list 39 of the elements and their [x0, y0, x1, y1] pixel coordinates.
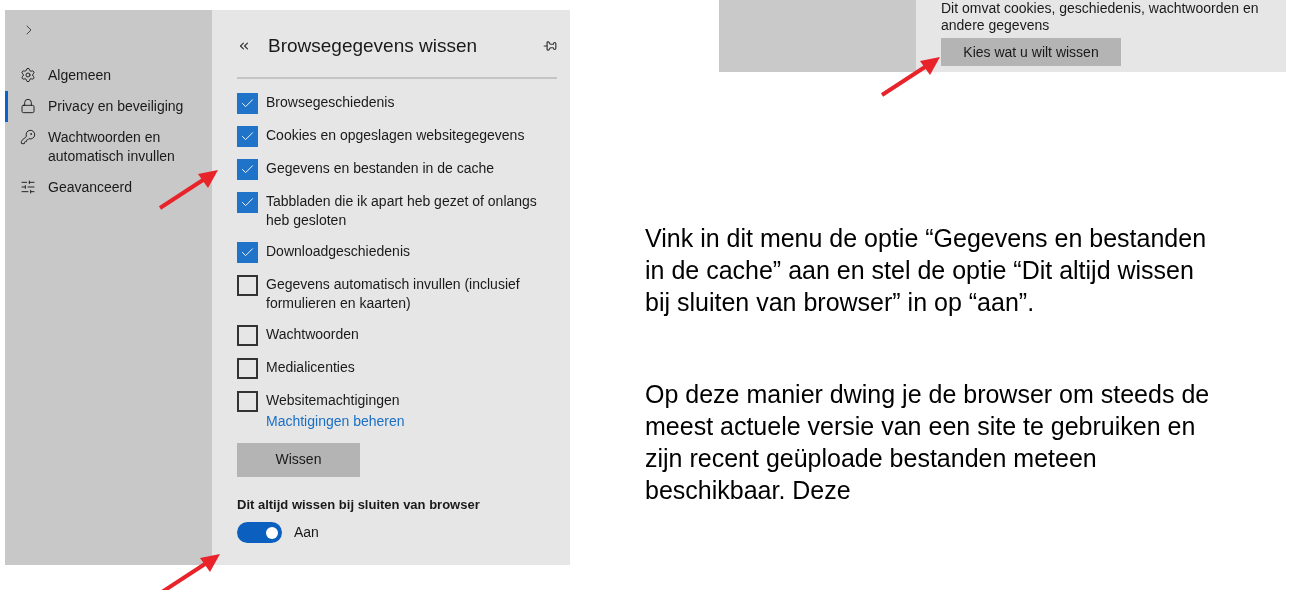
- key-icon: [20, 129, 36, 145]
- clear-button[interactable]: Wissen: [237, 442, 360, 477]
- option-label: Gegevens automatisch invullen (inclusief formulieren en kaarten): [266, 274, 521, 313]
- lock-icon: [20, 98, 36, 114]
- checkbox[interactable]: [237, 92, 258, 114]
- sidebar-item[interactable]: Geavanceerd: [5, 172, 212, 203]
- instruction-paragraph: Op deze manier dwing je de browser om steeds de meest actuele versie van een site te gebruiken en zijn recent geüploade bestanden meteen beschikbaar. Deze: [645, 379, 1211, 506]
- checkbox[interactable]: [237, 390, 258, 412]
- instruction-paragraph: Vink in dit menu de optie “Gegevens en bestanden in de cache” aan en stel de optie “Dit altijd wissen bij sluiten van browser” in op “aan”.: [645, 223, 1208, 318]
- toggle-switch[interactable]: [237, 522, 282, 543]
- choose-clear-button[interactable]: Kies wat u wilt wissen: [941, 38, 1121, 66]
- sidebar-item[interactable]: Wachtwoorden en automatisch invullen: [5, 122, 212, 172]
- option-label: Medialicenties: [266, 357, 356, 377]
- manage-permissions-link[interactable]: Machtigingen beheren: [266, 411, 557, 430]
- checkbox[interactable]: [237, 324, 258, 346]
- option-label: Wachtwoorden: [266, 324, 360, 344]
- checkbox[interactable]: [237, 125, 258, 147]
- toggle-state: Aan: [294, 523, 319, 542]
- option-label: Tabbladen die ik apart heb gezet of onlangs heb gesloten: [266, 191, 538, 230]
- sidebar-item[interactable]: Algemeen: [5, 60, 212, 91]
- option-label: Browsegeschiedenis: [266, 92, 396, 112]
- checkbox[interactable]: [237, 274, 258, 296]
- pointer-arrow: [160, 552, 222, 590]
- pin-icon[interactable]: [543, 39, 557, 54]
- checkbox[interactable]: [237, 241, 258, 263]
- pointer-arrow: [880, 55, 942, 97]
- option-label: Gegevens en bestanden in de cache: [266, 158, 496, 178]
- checkbox[interactable]: [237, 158, 258, 180]
- sliders-icon: [20, 179, 36, 195]
- checkbox[interactable]: [237, 357, 258, 379]
- toggle-label: Dit altijd wissen bij sluiten van browser: [237, 495, 481, 514]
- option-label: Cookies en opgeslagen websitegegevens: [266, 125, 526, 145]
- gear-icon: [20, 67, 36, 83]
- checkbox[interactable]: [237, 191, 258, 213]
- panel-title: Browsegegevens wissen: [268, 34, 479, 58]
- option-label: Websitemachtigingen: [266, 390, 401, 410]
- option-label: Downloadgeschiedenis: [266, 241, 411, 261]
- description-text: Dit omvat cookies, geschiedenis, wachtwoorden en andere gegevens: [941, 0, 1260, 34]
- pointer-arrow: [158, 168, 220, 210]
